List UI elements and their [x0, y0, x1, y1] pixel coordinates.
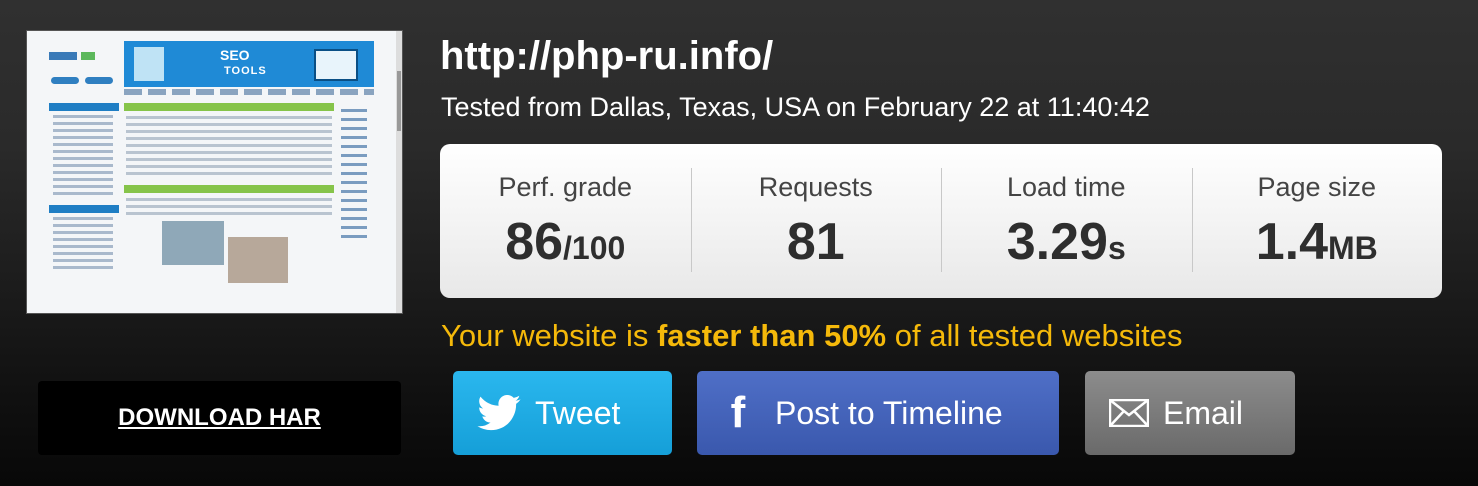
stat-value: 86 — [505, 213, 564, 271]
stat-page-size: Page size 1.4MB — [1191, 144, 1443, 298]
thumbnail-left-column — [49, 103, 119, 303]
thumbnail-logo — [49, 45, 119, 65]
download-har-label: DOWNLOAD HAR — [118, 404, 321, 431]
thumbnail-right-column — [339, 103, 369, 303]
speed-comparison-text: Your website is faster than 50% of all t… — [441, 318, 1183, 354]
stat-load-time: Load time 3.29s — [941, 144, 1192, 298]
stat-label: Perf. grade — [498, 172, 633, 202]
twitter-icon — [477, 395, 521, 431]
thumbnail-banner-title: SEO — [220, 47, 250, 63]
stat-value: 3.29 — [1006, 213, 1108, 271]
stat-requests: Requests 81 — [690, 144, 942, 298]
thumbnail-banner: SEO TOOLS — [124, 41, 374, 87]
stat-unit: /100 — [563, 230, 626, 266]
thumbnail-nav — [124, 89, 374, 95]
thumbnail-main-column — [124, 103, 334, 313]
facebook-label: Post to Timeline — [775, 394, 1003, 431]
thumbnail-photo — [162, 221, 224, 265]
thumbnail-photo — [228, 237, 288, 283]
stat-perf-grade: Perf. grade 86/100 — [440, 144, 691, 298]
download-har-button[interactable]: DOWNLOAD HAR — [38, 381, 401, 455]
thumbnail-banner-subtitle: TOOLS — [224, 65, 267, 77]
speed-comparison-highlight: faster than 50% — [656, 318, 887, 353]
stat-value: 1.4 — [1255, 213, 1329, 271]
stat-label: Load time — [1006, 172, 1126, 202]
tweet-label: Tweet — [535, 394, 621, 431]
stat-unit: MB — [1328, 230, 1378, 266]
stat-value: 81 — [786, 213, 845, 271]
facebook-post-button[interactable]: f Post to Timeline — [697, 371, 1059, 455]
speed-comparison-suffix: of all tested websites — [886, 318, 1183, 353]
stat-unit: s — [1107, 230, 1126, 266]
website-screenshot-thumbnail: SEO TOOLS — [27, 31, 402, 313]
thumbnail-buttons — [51, 69, 119, 88]
tested-url: http://php-ru.info/ — [440, 34, 774, 78]
email-button[interactable]: Email — [1085, 371, 1295, 455]
test-location-time: Tested from Dallas, Texas, USA on Februa… — [441, 92, 1150, 122]
speed-comparison-prefix: Your website is — [441, 318, 657, 353]
email-label: Email — [1163, 394, 1244, 431]
stat-label: Requests — [758, 172, 873, 202]
tweet-button[interactable]: Tweet — [453, 371, 672, 455]
facebook-icon: f — [730, 388, 746, 437]
envelope-icon — [1109, 399, 1149, 427]
stat-label: Page size — [1257, 172, 1377, 202]
thumbnail-scrollbar — [396, 31, 402, 313]
summary-stats-panel: Perf. grade 86/100 Requests 81 Load time… — [440, 144, 1442, 298]
